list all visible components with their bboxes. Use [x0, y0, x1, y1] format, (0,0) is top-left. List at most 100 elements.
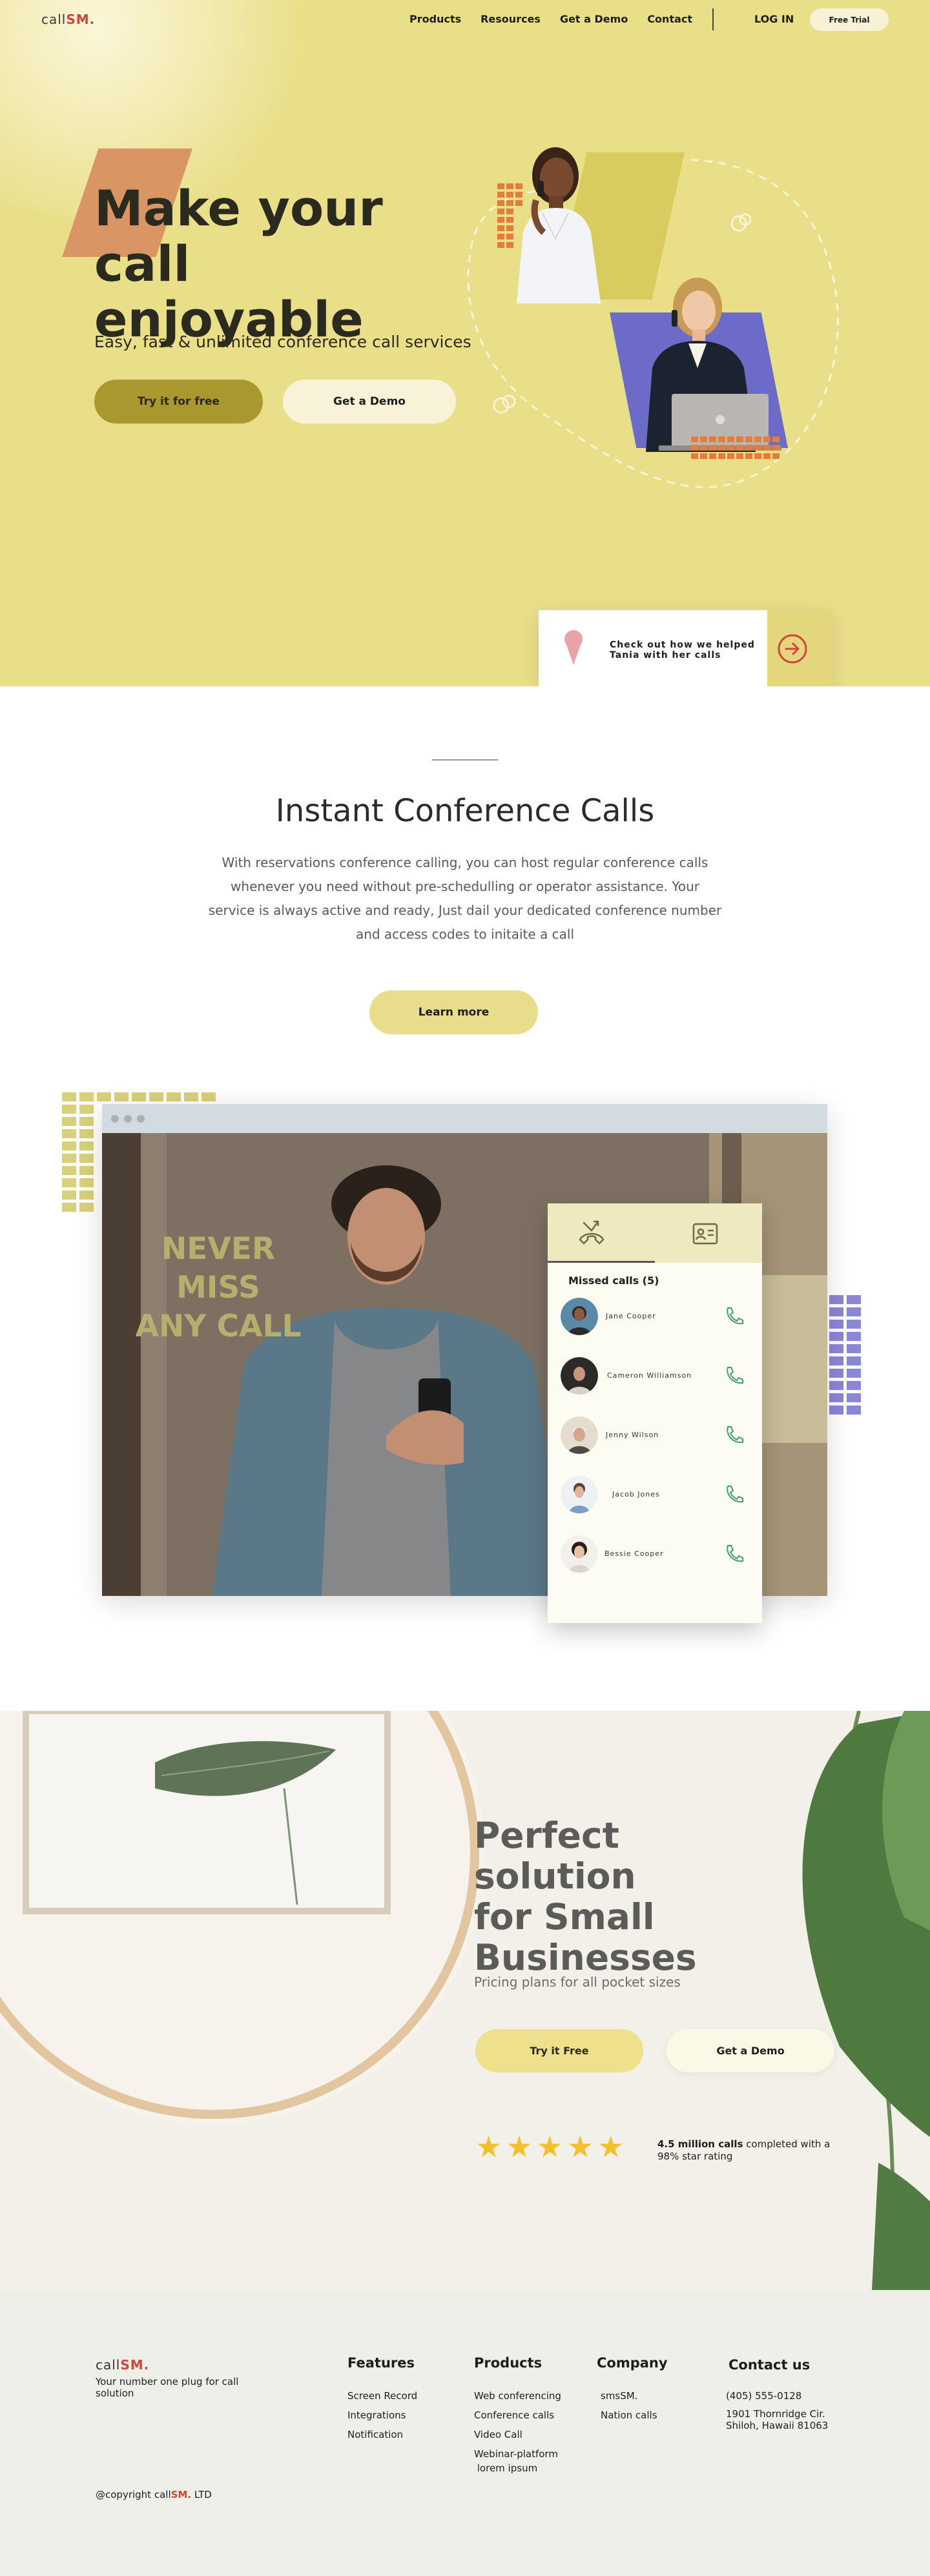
star-rating: ★ ★ ★ ★ ★ [475, 2131, 624, 2163]
rating-bold: 4.5 million calls [657, 2138, 743, 2150]
logo-prefix: call [41, 12, 67, 27]
footer-features-heading: Features [347, 2355, 415, 2371]
footer-products-heading: Products [474, 2355, 542, 2371]
contact-row[interactable]: Jenny Wilson [561, 1411, 754, 1457]
footer-link-integrations[interactable]: Integrations [347, 2409, 406, 2421]
logo-suffix: SM. [66, 12, 96, 27]
login-link[interactable]: LOG IN [754, 13, 794, 25]
contact-card-tab-icon[interactable] [691, 1222, 719, 1247]
missed-calls-title: Missed calls (5) [568, 1274, 659, 1287]
phone-icon[interactable] [723, 1305, 744, 1326]
mirror-plant-illustration [0, 1711, 930, 2290]
footer-logo-suffix: SM. [120, 2357, 150, 2373]
contact-name: Jacob Jones [612, 1490, 660, 1498]
hero-section: Make your call enjoyable Easy, fast & un… [0, 0, 930, 686]
story-text: Check out how we helped Tania with her c… [610, 640, 755, 660]
get-demo-button[interactable]: Get a Demo [283, 380, 456, 424]
missed-call-tab-icon[interactable] [577, 1216, 606, 1249]
overlay-line2: ANY CALL [135, 1309, 302, 1344]
star-icon: ★ [597, 2129, 625, 2164]
window-dot-icon [137, 1115, 145, 1123]
phone-icon[interactable] [723, 1543, 744, 1564]
nav-link-products[interactable]: Products [409, 13, 461, 25]
avatar [561, 1535, 598, 1573]
footer-link-web-conferencing[interactable]: Web conferencing [474, 2390, 561, 2402]
footer-logo-prefix: call [96, 2357, 121, 2373]
conference-title: Instant Conference Calls [275, 793, 655, 829]
footer-company-heading: Company [597, 2355, 668, 2371]
get-demo-button-2[interactable]: Get a Demo [666, 2029, 834, 2072]
orange-grid-decor-2 [691, 436, 780, 459]
footer-phone[interactable]: (405) 555-0128 [726, 2390, 801, 2402]
phone-icon[interactable] [723, 1365, 744, 1385]
contact-row[interactable]: Jacob Jones [561, 1471, 754, 1516]
footer-link-smssm[interactable]: smsSM. [601, 2390, 637, 2402]
footer-link-webinar[interactable]: Webinar-platform [474, 2448, 558, 2460]
business-title-line2: for Small [474, 1896, 655, 1937]
footer-link-screen-record[interactable]: Screen Record [347, 2390, 417, 2402]
hero-title-line1: Make your call [94, 179, 383, 292]
star-icon: ★ [475, 2129, 502, 2164]
try-free-button[interactable]: Try it for free [94, 380, 263, 424]
nav-link-resources[interactable]: Resources [480, 13, 541, 25]
active-tab-indicator [548, 1261, 655, 1263]
arrow-right-circle-icon[interactable] [777, 633, 808, 664]
nav-link-get-demo[interactable]: Get a Demo [560, 13, 628, 25]
footer-link-lorem[interactable]: lorem ipsum [474, 2462, 537, 2474]
free-trial-button[interactable]: Free Trial [810, 8, 889, 31]
avatar [561, 1416, 598, 1454]
star-icon: ★ [536, 2129, 563, 2164]
nav-links: Products Resources Get a Demo Contact [409, 13, 692, 25]
avatar [561, 1476, 598, 1513]
business-section [0, 1711, 930, 2290]
chat-bubble-icon-2 [493, 394, 516, 414]
phone-icon[interactable] [723, 1424, 744, 1445]
business-title-line3: Businesses [474, 1937, 697, 1978]
contact-name: Jenny Wilson [606, 1431, 659, 1439]
footer-address: 1901 Thornridge Cir. Shiloh, Hawaii 8106… [726, 2408, 829, 2431]
never-miss-overlay: NEVER MISS ANY CALL [121, 1230, 315, 1346]
purple-grid-decor [829, 1295, 861, 1415]
contact-row[interactable]: Bessie Cooper [561, 1530, 754, 1575]
avatar [561, 1357, 598, 1395]
footer-link-conference-calls[interactable]: Conference calls [474, 2409, 554, 2421]
contact-name: Bessie Cooper [604, 1549, 664, 1558]
rating-text: 4.5 million calls completed with a 98% s… [657, 2138, 845, 2163]
contact-row[interactable]: Cameron Williamson [561, 1352, 754, 1397]
footer-link-notification[interactable]: Notification [347, 2429, 403, 2440]
copy-suffix: LTD [191, 2489, 212, 2500]
copy-prefix: @copyright call [96, 2489, 171, 2500]
copy-brand: SM. [170, 2489, 192, 2500]
section-divider [432, 759, 498, 761]
footer [0, 2290, 930, 2576]
business-title-line1: Perfect solution [474, 1815, 636, 1897]
business-subtitle: Pricing plans for all pocket sizes [474, 1974, 681, 1990]
hero-subtitle: Easy, fast & unlimited conference call s… [94, 332, 471, 351]
footer-link-nation-calls[interactable]: Nation calls [601, 2409, 657, 2421]
ice-cream-icon [564, 630, 583, 665]
hero-title: Make your call enjoyable [94, 181, 482, 347]
window-dot-icon [111, 1115, 119, 1123]
browser-toolbar [102, 1104, 827, 1133]
woman-phone-photo [517, 147, 601, 303]
nav-link-contact[interactable]: Contact [647, 13, 692, 25]
contact-row[interactable]: Jane Cooper [561, 1293, 754, 1338]
business-title: Perfect solution for Small Businesses [474, 1815, 758, 1978]
phone-icon[interactable] [723, 1484, 744, 1504]
conference-body: With reservations conference calling, yo… [208, 855, 722, 942]
nav-divider [712, 8, 714, 30]
woman-laptop-photo [646, 278, 781, 452]
contact-name: Cameron Williamson [607, 1371, 692, 1380]
footer-logo[interactable]: callSM. [96, 2357, 149, 2373]
learn-more-button[interactable]: Learn more [369, 990, 538, 1034]
footer-copyright: @copyright callSM. LTD [96, 2489, 212, 2500]
footer-tagline: Your number one plug for call solution [96, 2376, 239, 2399]
footer-link-video-call[interactable]: Video Call [474, 2429, 522, 2440]
star-icon: ★ [506, 2129, 533, 2164]
logo[interactable]: callSM. [41, 12, 95, 27]
overlay-line1: NEVER MISS [161, 1231, 276, 1305]
try-it-free-button[interactable]: Try it Free [475, 2029, 643, 2072]
missed-calls-panel: Missed calls (5) Jane Cooper Cameron Wil… [548, 1203, 762, 1623]
window-dot-icon [124, 1115, 132, 1123]
panel-tabs [548, 1203, 762, 1263]
